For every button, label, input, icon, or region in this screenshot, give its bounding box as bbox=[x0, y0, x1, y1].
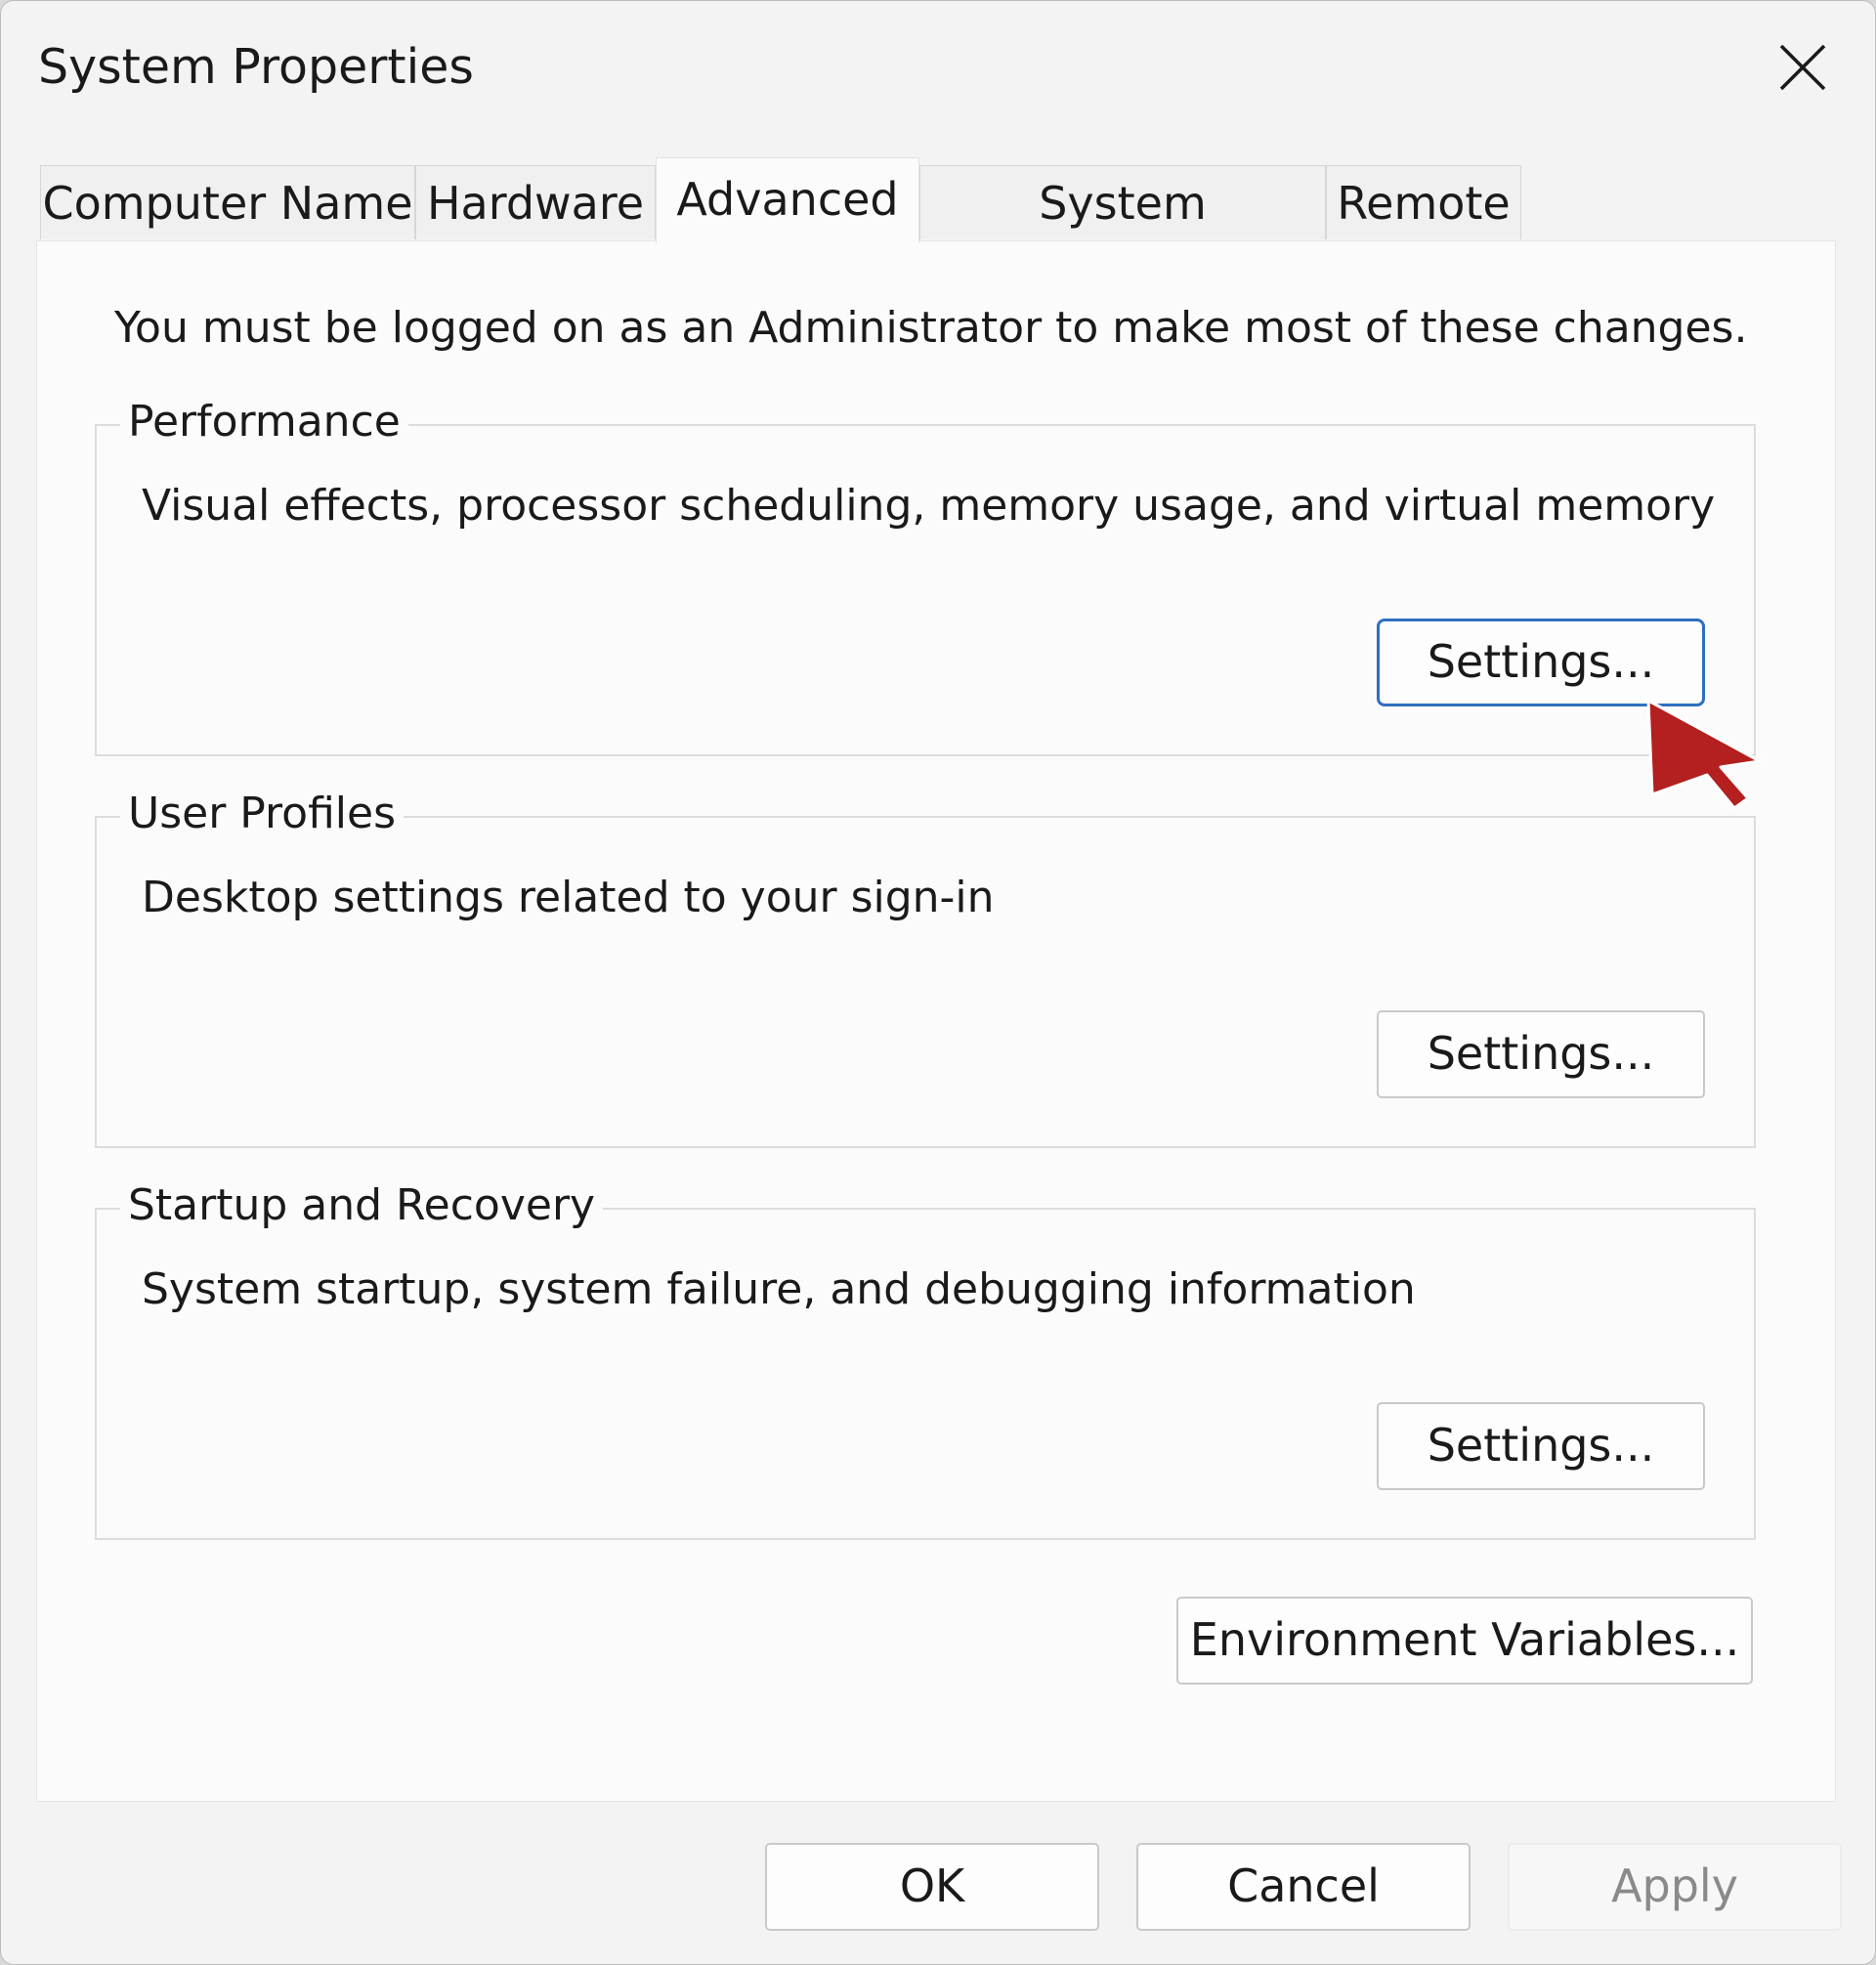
ok-button[interactable]: OK bbox=[765, 1843, 1099, 1931]
mouse-pointer-icon bbox=[1646, 699, 1762, 810]
performance-description: Visual effects, processor scheduling, me… bbox=[142, 481, 1716, 531]
startup-recovery-description: System startup, system failure, and debu… bbox=[142, 1264, 1416, 1314]
tab-advanced[interactable]: Advanced bbox=[656, 157, 919, 243]
user-profiles-group-title: User Profiles bbox=[120, 785, 405, 843]
performance-group-title: Performance bbox=[120, 393, 408, 451]
tab-system-protection[interactable]: System Protection bbox=[919, 165, 1326, 304]
system-properties-window: System Properties Computer Name Hardware… bbox=[0, 0, 1876, 1965]
startup-recovery-group: Startup and Recovery System startup, sys… bbox=[95, 1176, 1756, 1540]
performance-group: Performance Visual effects, processor sc… bbox=[95, 393, 1756, 756]
tab-remote[interactable]: Remote bbox=[1326, 165, 1521, 239]
close-button[interactable] bbox=[1760, 28, 1846, 107]
user-profiles-description: Desktop settings related to your sign-in bbox=[142, 873, 995, 922]
user-profiles-settings-button[interactable]: Settings... bbox=[1377, 1010, 1705, 1098]
tab-computer-name[interactable]: Computer Name bbox=[40, 165, 415, 239]
apply-button[interactable]: Apply bbox=[1508, 1843, 1842, 1931]
title-bar: System Properties bbox=[1, 1, 1875, 138]
cancel-button[interactable]: Cancel bbox=[1136, 1843, 1471, 1931]
environment-variables-button[interactable]: Environment Variables... bbox=[1176, 1597, 1753, 1685]
tab-hardware[interactable]: Hardware bbox=[415, 165, 656, 239]
window-title: System Properties bbox=[38, 39, 474, 95]
close-icon bbox=[1779, 44, 1826, 91]
startup-recovery-settings-button[interactable]: Settings... bbox=[1377, 1402, 1705, 1490]
startup-recovery-group-title: Startup and Recovery bbox=[120, 1176, 604, 1235]
administrator-notice: You must be logged on as an Administrato… bbox=[114, 303, 1748, 353]
user-profiles-group: User Profiles Desktop settings related t… bbox=[95, 785, 1756, 1148]
